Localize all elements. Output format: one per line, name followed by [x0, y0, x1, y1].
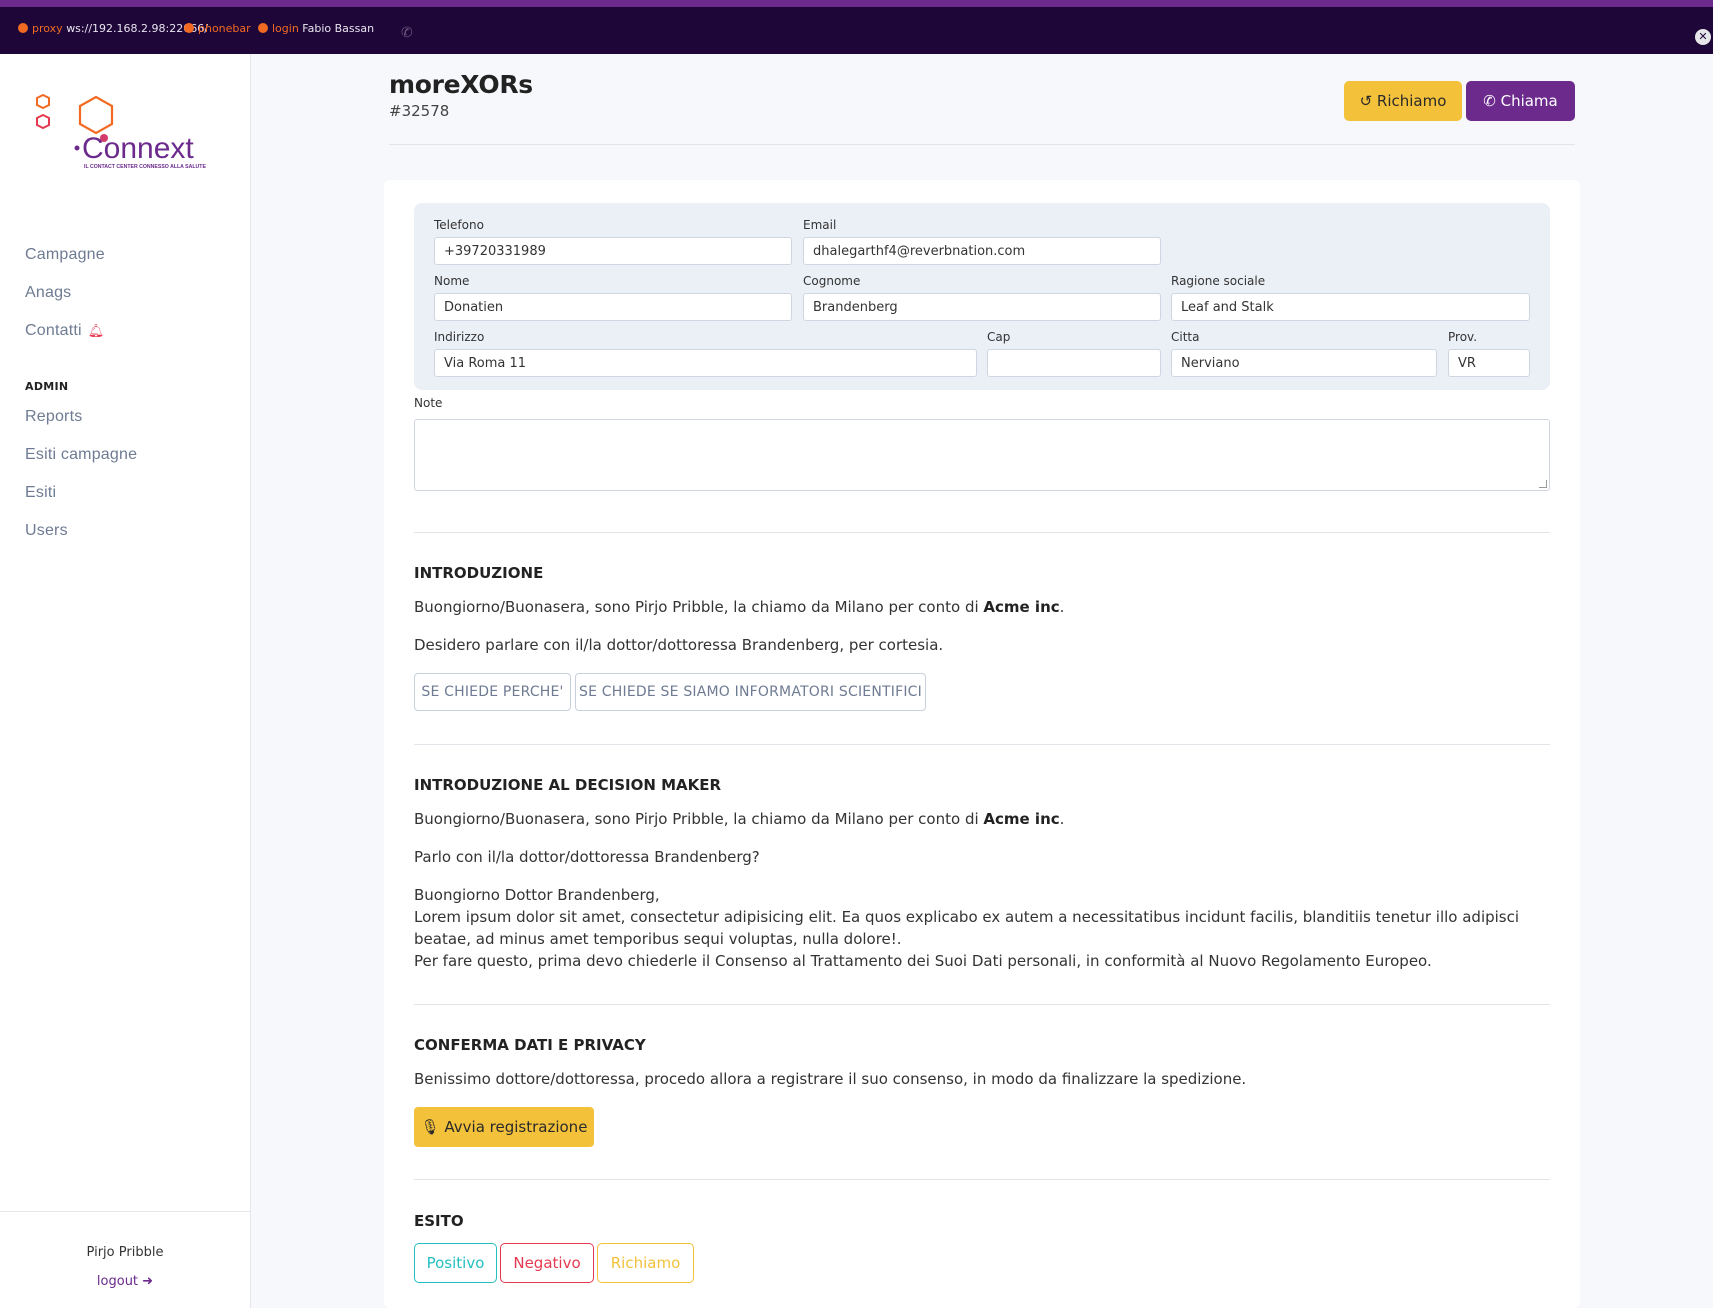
email-field[interactable]: dhalegarthf4@reverbnation.com — [803, 237, 1161, 265]
sidebar-item-esiti-campagne[interactable]: Esiti campagne — [25, 446, 137, 464]
esito-richiamo-button[interactable]: Richiamo — [597, 1243, 694, 1283]
intro-title: INTRODUZIONE — [414, 564, 544, 582]
phonebar-status: phonebar — [184, 22, 251, 35]
sidebar-footer: Pirjo Pribble logout ➜ — [0, 1211, 250, 1308]
chiama-label: Chiama — [1500, 92, 1558, 110]
bell-icon: 🔔︎ — [87, 323, 105, 338]
dm-text: Buongiorno/Buonasera, sono Pirjo Pribble… — [414, 810, 984, 828]
proxy-status: proxy ws://192.168.2.98:22066/ — [18, 22, 208, 35]
dm-line: Per fare questo, prima devo chiederle il… — [414, 952, 1432, 970]
cognome-field[interactable]: Brandenberg — [803, 293, 1161, 321]
record-id: #32578 — [389, 102, 450, 120]
logout-label: logout — [96, 1274, 139, 1289]
telefono-label: Telefono — [434, 218, 484, 232]
sidebar-item-contatti[interactable]: Contatti 🔔︎ — [25, 322, 104, 340]
se-chiede-informatori-button[interactable]: SE CHIEDE SE SIAMO INFORMATORI SCIENTIFI… — [575, 673, 926, 711]
prov-field[interactable]: VR — [1448, 349, 1530, 377]
avvia-registrazione-button[interactable]: 🎙︎ Avvia registrazione — [414, 1107, 594, 1147]
sidebar-item-esiti[interactable]: Esiti — [25, 484, 56, 502]
section-divider — [414, 744, 1550, 745]
nome-label: Nome — [434, 274, 470, 288]
esito-title: ESITO — [414, 1212, 464, 1230]
privacy-title: CONFERMA DATI E PRIVACY — [414, 1036, 646, 1054]
company-name: Acme inc — [983, 598, 1060, 616]
microphone-icon: 🎙︎ — [420, 1118, 440, 1136]
logout-link[interactable]: logout ➜ — [0, 1274, 250, 1289]
esito-negativo-button[interactable]: Negativo — [500, 1243, 594, 1283]
connext-logo: Connext IL CONTACT CENTER CONNESSO ALLA … — [36, 94, 206, 170]
intro-paragraph-2: Desidero parlare con il/la dottor/dottor… — [414, 636, 944, 654]
login-user: Fabio Bassan — [302, 22, 375, 35]
indirizzo-label: Indirizzo — [434, 330, 485, 344]
note-label: Note — [414, 396, 443, 410]
intro-paragraph-1: Buongiorno/Buonasera, sono Pirjo Pribble… — [414, 598, 1065, 616]
top-status-bar: proxy ws://192.168.2.98:22066/ phonebar … — [0, 0, 1713, 54]
svg-text:Connext: Connext — [82, 132, 194, 165]
ragione-sociale-field[interactable]: Leaf and Stalk — [1171, 293, 1530, 321]
dm-paragraph-2: Parlo con il/la dottor/dottoressa Brande… — [414, 848, 760, 866]
user-name: Pirjo Pribble — [86, 1245, 164, 1260]
prov-label: Prov. — [1448, 330, 1478, 344]
section-divider — [414, 1179, 1550, 1180]
citta-field[interactable]: Nerviano — [1171, 349, 1437, 377]
header-divider — [389, 144, 1575, 145]
richiamo-button[interactable]: ↺ Richiamo — [1344, 81, 1462, 121]
richiamo-label: Richiamo — [1376, 92, 1447, 110]
cap-label: Cap — [987, 330, 1011, 344]
intro-text: Buongiorno/Buonasera, sono Pirjo Pribble… — [414, 598, 984, 616]
sidebar-item-users[interactable]: Users — [25, 522, 68, 540]
dm-line: Lorem ipsum dolor sit amet, consectetur … — [414, 908, 1520, 926]
dm-line: Buongiorno Dottor Brandenberg, — [414, 886, 660, 904]
proxy-label: proxy — [32, 22, 63, 35]
dm-paragraph-1: Buongiorno/Buonasera, sono Pirjo Pribble… — [414, 810, 1065, 828]
note-textarea[interactable] — [414, 419, 1550, 491]
login-status: login Fabio Bassan — [258, 22, 374, 35]
section-divider — [414, 532, 1550, 533]
close-icon[interactable]: ✕ — [1695, 29, 1711, 45]
status-dot-icon — [184, 23, 194, 33]
sidebar-item-campagne[interactable]: Campagne — [25, 246, 105, 264]
ragione-sociale-label: Ragione sociale — [1171, 274, 1266, 288]
history-icon: ↺ — [1359, 92, 1373, 110]
sidebar-item-label: Contatti — [25, 322, 82, 339]
svg-text:IL CONTACT CENTER CONNESSO ALL: IL CONTACT CENTER CONNESSO ALLA SALUTE — [84, 164, 206, 170]
sidebar: Connext IL CONTACT CENTER CONNESSO ALLA … — [0, 54, 251, 1308]
nome-field[interactable]: Donatien — [434, 293, 792, 321]
logout-icon: ➜ — [142, 1274, 154, 1289]
phonebar-label: phonebar — [198, 22, 251, 35]
dm-title: INTRODUZIONE AL DECISION MAKER — [414, 776, 722, 794]
cognome-label: Cognome — [803, 274, 861, 288]
phone-icon[interactable]: ✆ — [401, 25, 413, 41]
avvia-registrazione-label: Avvia registrazione — [444, 1118, 588, 1136]
se-chiede-perche-button[interactable]: SE CHIEDE PERCHE' — [414, 673, 571, 711]
telefono-field[interactable]: +39720331989 — [434, 237, 792, 265]
login-label: login — [272, 22, 299, 35]
company-name: Acme inc — [983, 810, 1060, 828]
cap-field[interactable] — [987, 349, 1161, 377]
dm-line: beatae, ad minus amet temporibus sequi v… — [414, 930, 902, 948]
dm-paragraph-3: Buongiorno Dottor Brandenberg, Lorem ips… — [414, 884, 1550, 972]
admin-heading: ADMIN — [25, 380, 69, 393]
email-label: Email — [803, 218, 837, 232]
citta-label: Citta — [1171, 330, 1200, 344]
indirizzo-field[interactable]: Via Roma 11 — [434, 349, 977, 377]
page-title: moreXORs — [389, 70, 533, 99]
chiama-button[interactable]: ✆ Chiama — [1466, 81, 1575, 121]
status-dot-icon — [258, 23, 268, 33]
status-dot-icon — [18, 23, 28, 33]
esito-positivo-button[interactable]: Positivo — [414, 1243, 497, 1283]
phone-icon: ✆ — [1483, 92, 1496, 110]
privacy-paragraph: Benissimo dottore/dottoressa, procedo al… — [414, 1070, 1247, 1088]
section-divider — [414, 1004, 1550, 1005]
sidebar-item-reports[interactable]: Reports — [25, 408, 82, 426]
sidebar-item-anags[interactable]: Anags — [25, 284, 71, 302]
resize-handle-icon[interactable] — [1539, 480, 1547, 488]
